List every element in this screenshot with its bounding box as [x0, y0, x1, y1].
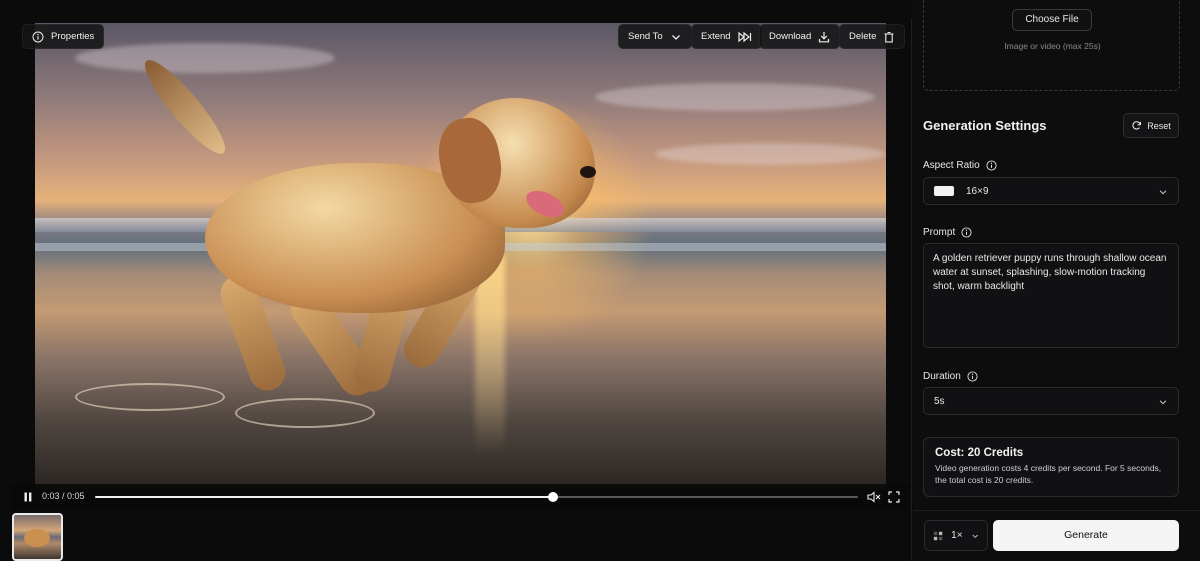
cost-summary: Cost: 20 Credits Video generation costs … — [923, 437, 1179, 497]
duration-label: Duration — [923, 371, 978, 382]
splash-ring — [235, 398, 375, 428]
aspect-ratio-swatch — [934, 186, 954, 196]
splash-ring — [75, 383, 225, 411]
upload-hint: Image or video (max 25s) — [1004, 41, 1101, 51]
duration-label-text: Duration — [923, 371, 961, 382]
prompt-label: Prompt — [923, 227, 972, 238]
chevron-down-icon — [972, 534, 978, 538]
settings-panel: Choose File Image or video (max 25s) Gen… — [913, 0, 1200, 561]
video-player[interactable]: Properties Send To Extend Download Delet… — [10, 18, 910, 510]
seek-progress — [95, 496, 553, 498]
prompt-textarea[interactable]: A golden retriever puppy runs through sh… — [923, 243, 1179, 348]
duration-value: 5s — [934, 395, 945, 407]
output-count-select[interactable]: 1× — [924, 520, 988, 551]
extend-label: Extend — [701, 31, 731, 42]
properties-button[interactable]: Properties — [22, 24, 105, 49]
properties-label: Properties — [51, 31, 95, 42]
duration-select[interactable]: 5s — [923, 387, 1179, 415]
reset-button[interactable]: Reset — [1123, 113, 1179, 138]
aspect-ratio-label-text: Aspect Ratio — [923, 160, 980, 171]
player-controls: 0:03 / 0:05 — [10, 484, 910, 510]
cost-description: Video generation costs 4 credits per sec… — [935, 463, 1162, 485]
cloud — [655, 143, 885, 165]
send-to-label: Send To — [628, 31, 663, 42]
choose-file-button[interactable]: Choose File — [1012, 9, 1092, 31]
output-count-value: 1× — [951, 530, 963, 541]
upload-dropzone[interactable]: Choose File Image or video (max 25s) — [923, 0, 1180, 91]
cost-title: Cost: 20 Credits — [935, 447, 1024, 459]
trash-icon — [884, 31, 894, 43]
fullscreen-icon[interactable] — [888, 491, 900, 503]
info-icon[interactable] — [986, 160, 997, 171]
download-button[interactable]: Download — [759, 24, 841, 49]
reset-label: Reset — [1147, 120, 1171, 131]
prompt-label-text: Prompt — [923, 227, 956, 238]
pause-icon[interactable] — [22, 491, 34, 503]
delete-label: Delete — [849, 31, 877, 42]
aspect-ratio-label: Aspect Ratio — [923, 160, 997, 171]
chevron-down-icon — [1159, 190, 1167, 195]
aspect-ratio-value: 16×9 — [966, 185, 989, 197]
thumbnail-dog — [24, 529, 50, 547]
seek-handle[interactable] — [547, 492, 558, 502]
time-display: 0:03 / 0:05 — [42, 491, 85, 501]
download-icon — [819, 31, 830, 42]
section-title: Generation Settings — [923, 118, 1047, 133]
mute-icon[interactable] — [867, 491, 881, 503]
send-to-button[interactable]: Send To — [618, 24, 692, 49]
info-icon[interactable] — [961, 227, 972, 238]
grid-icon — [933, 531, 943, 540]
video-frame — [35, 23, 886, 489]
app-root: Properties Send To Extend Download Delet… — [0, 0, 1200, 561]
info-icon[interactable] — [967, 371, 978, 382]
generate-button[interactable]: Generate — [993, 520, 1179, 551]
cloud — [75, 43, 335, 73]
dog-nose — [580, 166, 596, 178]
seek-bar[interactable] — [95, 492, 858, 502]
aspect-ratio-select[interactable]: 16×9 — [923, 177, 1179, 205]
info-icon — [32, 31, 44, 42]
delete-button[interactable]: Delete — [839, 24, 906, 49]
cloud — [595, 83, 875, 111]
fast-forward-icon — [737, 31, 751, 42]
extend-button[interactable]: Extend — [691, 24, 762, 49]
download-label: Download — [769, 31, 812, 42]
refresh-icon — [1132, 121, 1142, 130]
video-thumbnail[interactable] — [12, 513, 63, 561]
action-bar: 1× Generate — [913, 510, 1200, 561]
chevron-down-icon — [671, 34, 680, 40]
preview-pane: Properties Send To Extend Download Delet… — [0, 18, 912, 561]
chevron-down-icon — [1159, 400, 1167, 405]
